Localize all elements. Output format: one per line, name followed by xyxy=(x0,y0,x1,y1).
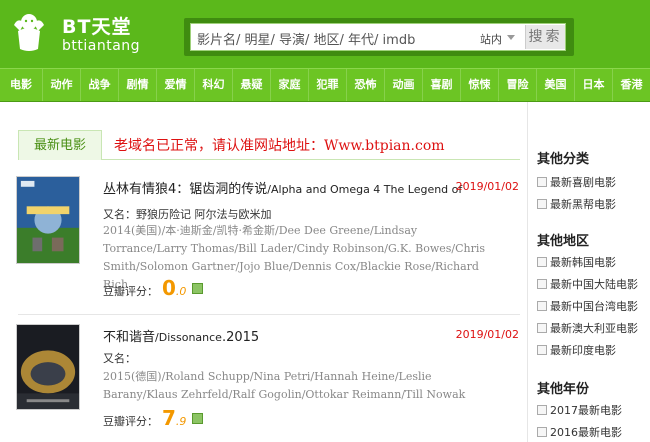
film-item: 丛林有情狼4：锯齿洞的传说/Alpha and Omega 4 The Lege… xyxy=(0,174,527,304)
nav-item[interactable]: 动画 xyxy=(385,69,423,101)
search-input[interactable]: 影片名/ 明星/ 导演/ 地区/ 年代/ imdb 站内 搜索 xyxy=(190,23,566,51)
nav-item[interactable]: 剧情 xyxy=(119,69,157,101)
nav-item[interactable]: 恐怖 xyxy=(347,69,385,101)
film-item: 不和谐音/Dissonance.2015 2019/01/02 又名： 2015… xyxy=(0,322,527,442)
sidebar-link-label[interactable]: 最新中国大陆电影 xyxy=(550,278,638,291)
sidebar-link-label[interactable]: 最新印度电影 xyxy=(550,344,616,357)
rating-score: 0 xyxy=(162,276,176,300)
nav-item[interactable]: 冒险 xyxy=(499,69,537,101)
sidebar-heading-regions: 其他地区 xyxy=(537,234,590,249)
film-poster[interactable] xyxy=(16,324,80,410)
nav-item[interactable]: 犯罪 xyxy=(309,69,347,101)
chevron-down-icon[interactable] xyxy=(507,35,515,40)
rating-score: 7 xyxy=(162,406,176,430)
film-alias: 又名： xyxy=(103,352,136,365)
nav-item[interactable]: 喜剧 xyxy=(423,69,461,101)
sidebar-link[interactable]: 2017最新电影 xyxy=(537,402,622,418)
sidebar-link-label[interactable]: 最新喜剧电影 xyxy=(550,176,616,189)
nav-item[interactable]: 美国 xyxy=(537,69,575,101)
rating-score-decimal: .9 xyxy=(175,415,187,428)
list-bullet-icon xyxy=(537,427,547,437)
film-divider xyxy=(18,314,520,315)
nav-item[interactable]: 动作 xyxy=(43,69,81,101)
film-title-en[interactable]: /Dissonance xyxy=(155,331,222,344)
sidebar-link[interactable]: 最新黑帮电影 xyxy=(537,196,616,212)
film-alias: 又名：野狼历险记 阿尔法与欧米加 xyxy=(103,208,272,221)
site-header: BT天堂 bttiantang 影片名/ 明星/ 导演/ 地区/ 年代/ imd… xyxy=(0,0,650,68)
cupid-logo-icon[interactable] xyxy=(12,9,46,55)
sidebar-link-label[interactable]: 最新澳大利亚电影 xyxy=(550,322,638,335)
film-title-en[interactable]: /Alpha and Omega 4 The Legend of xyxy=(267,183,462,196)
nav-item[interactable]: 家庭 xyxy=(271,69,309,101)
film-date: 2019/01/02 xyxy=(455,180,519,193)
sidebar-heading-years: 其他年份 xyxy=(537,382,590,397)
tab-latest-movies[interactable]: 最新电影 xyxy=(18,130,102,160)
sidebar-link-label[interactable]: 最新黑帮电影 xyxy=(550,198,616,211)
sidebar-link[interactable]: 最新韩国电影 xyxy=(537,254,616,270)
sidebar-link[interactable]: 最新中国台湾电影 xyxy=(537,298,638,314)
sidebar-link[interactable]: 2016最新电影 xyxy=(537,424,622,440)
nav-item[interactable]: 电影 xyxy=(0,69,43,101)
sidebar-link-label[interactable]: 最新韩国电影 xyxy=(550,256,616,269)
sidebar-link-label[interactable]: 最新中国台湾电影 xyxy=(550,300,638,313)
nav-item[interactable]: 日本 xyxy=(575,69,613,101)
nav-item[interactable]: 战争 xyxy=(81,69,119,101)
nav-item[interactable]: 香港 xyxy=(613,69,650,101)
film-rating: 豆瓣评分： 0.0 xyxy=(103,276,204,300)
search-scope-select[interactable]: 站内 xyxy=(480,31,502,47)
list-bullet-icon xyxy=(537,323,547,333)
sidebar-link[interactable]: 最新中国大陆电影 xyxy=(537,276,638,292)
film-title-year[interactable]: .2015 xyxy=(222,330,259,345)
rating-label: 豆瓣评分： xyxy=(103,285,158,298)
rating-score-decimal: .0 xyxy=(175,285,187,298)
logo-title[interactable]: BT天堂 xyxy=(62,12,131,39)
film-title[interactable]: 丛林有情狼4：锯齿洞的传说/Alpha and Omega 4 The Lege… xyxy=(103,178,462,197)
nav-item[interactable]: 科幻 xyxy=(195,69,233,101)
film-poster[interactable] xyxy=(16,176,80,264)
domain-notice: 老域名已正常，请认准网站地址：Www.btpian.com xyxy=(114,138,445,154)
section-tab-bar: 最新电影 老域名已正常，请认准网站地址：Www.btpian.com xyxy=(18,130,520,160)
search-bar: 影片名/ 明星/ 导演/ 地区/ 年代/ imdb 站内 搜索 xyxy=(184,18,574,56)
sidebar-link[interactable]: 最新澳大利亚电影 xyxy=(537,320,638,336)
film-cast: 2015(德国)/Roland Schupp/Nina Petri/Hannah… xyxy=(103,370,466,401)
list-bullet-icon xyxy=(537,345,547,355)
film-rating: 豆瓣评分： 7.9 xyxy=(103,406,204,430)
sidebar-link[interactable]: 最新印度电影 xyxy=(537,342,616,358)
sidebar-link-label[interactable]: 2017最新电影 xyxy=(550,404,622,417)
details-icon[interactable] xyxy=(192,413,204,424)
sidebar-link-label[interactable]: 2016最新电影 xyxy=(550,426,622,439)
nav-item[interactable]: 爱情 xyxy=(157,69,195,101)
film-date: 2019/01/02 xyxy=(455,328,519,341)
list-bullet-icon xyxy=(537,199,547,209)
list-bullet-icon xyxy=(537,301,547,311)
main-content: 最新电影 老域名已正常，请认准网站地址：Www.btpian.com 丛林有情狼… xyxy=(0,102,527,442)
rating-label: 豆瓣评分： xyxy=(103,415,158,428)
film-title-cn[interactable]: 丛林有情狼4：锯齿洞的传说 xyxy=(103,182,267,197)
list-bullet-icon xyxy=(537,405,547,415)
logo-subtitle[interactable]: bttiantang xyxy=(62,38,140,54)
search-placeholder: 影片名/ 明星/ 导演/ 地区/ 年代/ imdb xyxy=(197,33,416,48)
list-bullet-icon xyxy=(537,177,547,187)
category-nav: 电影 动作 战争 剧情 爱情 科幻 悬疑 家庭 犯罪 恐怖 动画 喜剧 惊悚 冒… xyxy=(0,68,650,102)
nav-item[interactable]: 悬疑 xyxy=(233,69,271,101)
details-icon[interactable] xyxy=(192,283,204,294)
sidebar: 其他分类 最新喜剧电影 最新黑帮电影 其他地区 最新韩国电影 最新中国大陆电影 … xyxy=(527,102,650,442)
sidebar-heading-categories: 其他分类 xyxy=(537,152,590,167)
list-bullet-icon xyxy=(537,279,547,289)
sidebar-link[interactable]: 最新喜剧电影 xyxy=(537,174,616,190)
nav-item[interactable]: 惊悚 xyxy=(461,69,499,101)
search-button[interactable]: 搜索 xyxy=(525,25,565,49)
list-bullet-icon xyxy=(537,257,547,267)
film-title-cn[interactable]: 不和谐音 xyxy=(103,330,155,345)
film-title[interactable]: 不和谐音/Dissonance.2015 xyxy=(103,326,259,345)
